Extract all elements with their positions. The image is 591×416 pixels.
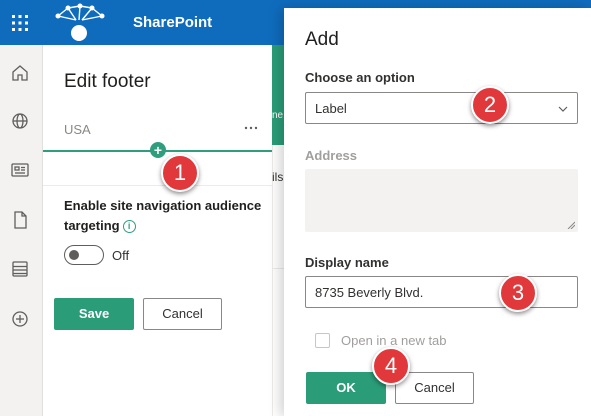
- new-tab-checkbox: [315, 333, 330, 348]
- news-icon[interactable]: [10, 160, 30, 180]
- panel-divider: [43, 185, 272, 186]
- annotation-badge-4: 4: [372, 347, 410, 385]
- choose-option-label: Choose an option: [305, 70, 415, 85]
- annotation-badge-3: 3: [499, 274, 537, 312]
- globe-icon[interactable]: [10, 111, 30, 131]
- toggle-state-label: Off: [112, 248, 130, 263]
- nav-item-label: USA: [64, 122, 91, 137]
- list-icon[interactable]: [10, 259, 30, 279]
- panel-title: Edit footer: [64, 71, 151, 92]
- background-text-fragment: ne: [272, 110, 284, 121]
- option-dropdown-value: Label: [315, 101, 347, 116]
- edit-footer-panel: Edit footer USA + Enable site navigation…: [43, 45, 272, 416]
- info-icon[interactable]: i: [122, 220, 136, 234]
- add-circle-icon[interactable]: [10, 309, 30, 329]
- more-options-icon[interactable]: [243, 121, 259, 135]
- plus-icon[interactable]: +: [150, 142, 166, 158]
- new-tab-label: Open in a new tab: [341, 333, 447, 348]
- background-page-accent: [272, 45, 284, 145]
- annotation-badge-2: 2: [471, 86, 509, 124]
- display-name-input[interactable]: [305, 276, 578, 308]
- option-dropdown[interactable]: Label: [305, 92, 578, 124]
- app-name[interactable]: SharePoint: [133, 14, 212, 31]
- cancel-button[interactable]: Cancel: [143, 298, 222, 330]
- audience-targeting-label: Enable site navigation audience targetin…: [64, 196, 264, 236]
- app-rail: [0, 45, 43, 416]
- add-link-dialog: Add Choose an option Label Address Displ…: [284, 8, 591, 416]
- dialog-title: Add: [305, 29, 339, 50]
- address-label: Address: [305, 148, 358, 163]
- home-icon[interactable]: [10, 63, 30, 83]
- app-launcher-button[interactable]: [0, 0, 40, 45]
- display-name-label: Display name: [305, 255, 389, 270]
- audience-targeting-text: Enable site navigation audience targetin…: [64, 198, 262, 233]
- background-text-fragment: ils: [272, 170, 284, 184]
- site-logo-network-icon[interactable]: [50, 2, 108, 42]
- resize-grip-icon: [567, 221, 575, 229]
- waffle-icon: [12, 14, 28, 31]
- chevron-down-icon: [558, 106, 568, 112]
- save-button[interactable]: Save: [54, 298, 134, 330]
- ok-button[interactable]: OK: [306, 372, 386, 404]
- dialog-cancel-button[interactable]: Cancel: [395, 372, 474, 404]
- document-icon[interactable]: [10, 210, 30, 230]
- background-divider: [272, 268, 284, 269]
- toggle-knob: [69, 250, 79, 260]
- address-textarea: [305, 169, 578, 232]
- annotation-badge-1: 1: [161, 154, 199, 192]
- audience-targeting-toggle[interactable]: [64, 245, 104, 265]
